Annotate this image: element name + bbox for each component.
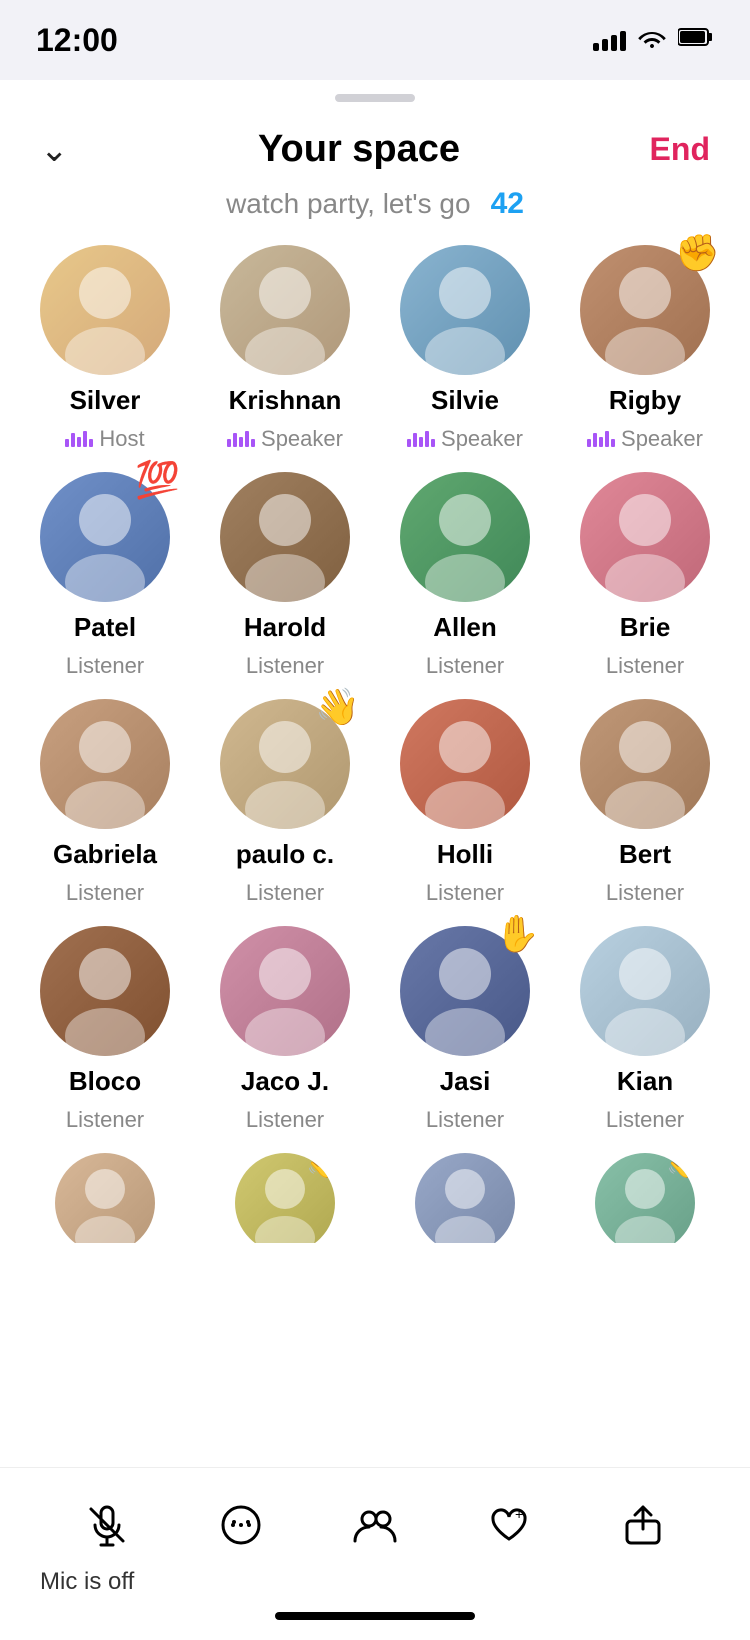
listeners-grid: 💯 Patel Listener Harold Listener	[20, 472, 730, 1153]
people-button[interactable]	[340, 1490, 410, 1560]
participant-role: Listener	[606, 1107, 684, 1133]
page-title: Your space	[258, 128, 460, 171]
share-button[interactable]	[608, 1490, 678, 1560]
mic-button[interactable]	[72, 1490, 142, 1560]
participant-name: Bert	[619, 839, 671, 870]
participant-role: Listener	[66, 880, 144, 906]
toolbar-buttons: +	[20, 1468, 730, 1564]
listener-cell[interactable]: Holli Listener	[380, 699, 550, 906]
participant-role: Listener	[606, 880, 684, 906]
partial-listener-cell[interactable]	[20, 1153, 190, 1243]
participant-name: Krishnan	[229, 385, 342, 416]
toolbar: + Mic is off	[0, 1467, 750, 1640]
speaker-cell[interactable]: Silvie Speaker	[380, 245, 550, 452]
participant-name: Brie	[620, 612, 671, 643]
participant-role: Listener	[66, 1107, 144, 1133]
participant-name: Kian	[617, 1066, 673, 1097]
listener-cell[interactable]: 👋 paulo c. Listener	[200, 699, 370, 906]
listener-cell[interactable]: Allen Listener	[380, 472, 550, 679]
listener-cell[interactable]: Gabriela Listener	[20, 699, 190, 906]
participant-name: Holli	[437, 839, 493, 870]
listener-count: 42	[491, 187, 524, 221]
participant-name: Patel	[74, 612, 136, 643]
home-indicator	[275, 1612, 475, 1620]
speaker-cell[interactable]: Silver Host	[20, 245, 190, 452]
modal-handle	[0, 80, 750, 108]
participant-role: Listener	[246, 880, 324, 906]
speaker-cell[interactable]: ✊ Rigby Speaker	[560, 245, 730, 452]
signal-icon	[593, 29, 626, 51]
status-bar: 12:00	[0, 0, 750, 80]
participant-role: Listener	[246, 653, 324, 679]
end-button[interactable]: End	[650, 131, 710, 168]
wifi-icon	[638, 26, 666, 54]
subtitle-row: watch party, let's go 42	[0, 181, 750, 245]
listener-cell[interactable]: Harold Listener	[200, 472, 370, 679]
participant-name: Allen	[433, 612, 497, 643]
participant-role: Listener	[246, 1107, 324, 1133]
participant-name: Rigby	[609, 385, 681, 416]
speakers-grid: Silver Host Krish	[20, 245, 730, 472]
participant-name: Harold	[244, 612, 326, 643]
collapse-button[interactable]: ⌄	[40, 130, 69, 170]
participant-name: Jasi	[440, 1066, 491, 1097]
participant-role: Speaker	[227, 426, 343, 452]
participant-role: Speaker	[407, 426, 523, 452]
participant-name: Silver	[70, 385, 141, 416]
participant-name: Silvie	[431, 385, 499, 416]
listener-cell[interactable]: Bert Listener	[560, 699, 730, 906]
partial-row: 👋 👋	[20, 1153, 730, 1243]
header: ⌄ Your space End	[0, 108, 750, 181]
listener-cell[interactable]: 💯 Patel Listener	[20, 472, 190, 679]
participant-role: Listener	[606, 653, 684, 679]
participant-role: Listener	[426, 880, 504, 906]
participant-name: paulo c.	[236, 839, 334, 870]
participant-role: Listener	[426, 653, 504, 679]
participant-role: Speaker	[587, 426, 703, 452]
listener-cell[interactable]: Jaco J. Listener	[200, 926, 370, 1133]
reactions-button[interactable]	[206, 1490, 276, 1560]
participant-name: Gabriela	[53, 839, 157, 870]
listener-cell[interactable]: Bloco Listener	[20, 926, 190, 1133]
mic-off-label: Mic is off	[20, 1564, 730, 1602]
participant-role: Host	[65, 426, 144, 452]
battery-icon	[678, 27, 714, 53]
listener-cell[interactable]: Brie Listener	[560, 472, 730, 679]
participant-role: Listener	[66, 653, 144, 679]
svg-text:+: +	[515, 1506, 523, 1522]
partial-listener-cell[interactable]: 👋	[560, 1153, 730, 1243]
status-time: 12:00	[36, 22, 118, 59]
participant-role: Listener	[426, 1107, 504, 1133]
speaker-cell[interactable]: Krishnan Speaker	[200, 245, 370, 452]
like-button[interactable]: +	[474, 1490, 544, 1560]
listener-cell[interactable]: Kian Listener	[560, 926, 730, 1133]
listener-cell[interactable]: ✋ Jasi Listener	[380, 926, 550, 1133]
participant-name: Jaco J.	[241, 1066, 329, 1097]
status-icons	[593, 26, 714, 54]
space-description: watch party, let's go	[226, 188, 471, 220]
partial-listener-cell[interactable]	[380, 1153, 550, 1243]
content-area: Silver Host Krish	[0, 245, 750, 1243]
participant-name: Bloco	[69, 1066, 141, 1097]
partial-listener-cell[interactable]: 👋	[200, 1153, 370, 1243]
